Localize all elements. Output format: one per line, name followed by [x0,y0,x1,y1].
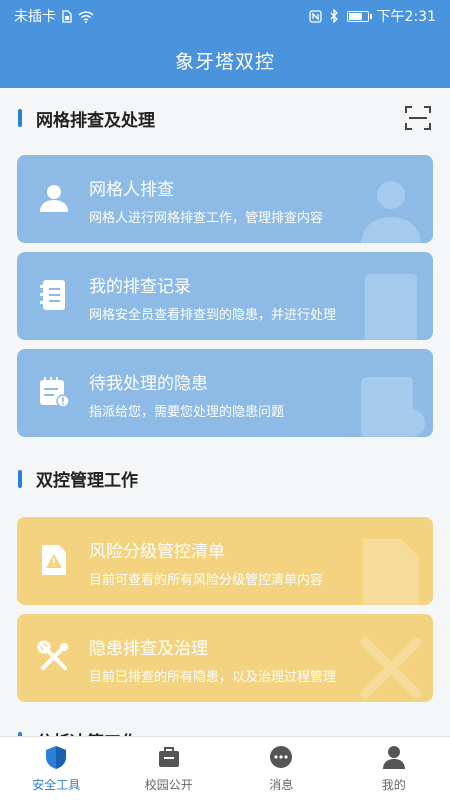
tab-safety-tools[interactable]: 安全工具 [0,737,113,800]
card-description: 网格人进行网格排查工作，管理排查内容 [89,211,324,226]
card-title: 网格人排查 [89,180,174,200]
section-accent-bar [18,469,22,488]
page-title: 象牙塔双控 [174,50,275,73]
wifi-icon [78,10,94,23]
tab-label: 校园公开 [144,778,193,792]
card-title: 待我处理的隐患 [89,374,208,394]
carrier-text: 未插卡 [14,9,56,25]
person-icon [382,746,405,769]
card-description: 指派给您，需要您处理的隐患问题 [89,405,285,420]
clock-time: 下午2:31 [376,9,436,25]
warning-doc-watermark-icon [363,539,419,605]
bottom-tab-bar: 安全工具 校园公开 消息 我的 [0,736,450,800]
section-title: 网格排查及处理 [36,110,155,131]
user-icon [40,185,68,212]
section-header-grid-check: 网格排查及处理 [18,104,432,132]
message-icon [270,746,293,768]
card-my-check-records[interactable]: 我的排查记录 网格安全员查看排查到的隐患，并进行处理 [17,252,433,340]
card-title: 风险分级管控清单 [89,542,225,562]
notebook-icon [40,280,65,310]
section-header-analysis: 分析决策工作 [18,728,432,736]
tab-campus-public[interactable]: 校园公开 [113,737,226,800]
card-description: 目前可查看的所有风险分级管控清单内容 [89,573,324,588]
tools-icon [37,640,68,670]
tab-label: 消息 [269,778,294,792]
briefcase-icon [158,747,179,767]
card-description: 网格安全员查看排查到的隐患，并进行处理 [89,308,337,323]
calendar-watermark-icon [361,377,425,437]
card-title: 我的排查记录 [89,277,191,297]
user-watermark-icon [361,181,421,243]
section-header-dual-control: 双控管理工作 [18,466,432,491]
warning-doc-icon [42,545,66,575]
card-hazard-check-governance[interactable]: 隐患排查及治理 目前已排查的所有隐患，以及治理过程管理 [17,614,433,702]
shield-icon [46,746,67,769]
card-description: 目前已排查的所有隐患，以及治理过程管理 [89,670,337,685]
tab-label: 安全工具 [32,778,81,792]
notebook-watermark-icon [365,274,417,340]
tab-mine[interactable]: 我的 [338,737,450,800]
section-title: 分析决策工作 [36,728,138,736]
section-accent-bar [18,109,22,127]
nfc-icon [308,9,322,23]
card-title: 隐患排查及治理 [89,639,208,659]
tab-messages[interactable]: 消息 [225,737,338,800]
main-content[interactable]: 网格排查及处理 网格人排查 网格人进行网格排查工作，管理排查内容 我的排查记录 [0,88,450,736]
card-risk-control-list[interactable]: 风险分级管控清单 目前可查看的所有风险分级管控清单内容 [17,517,433,605]
app-header: 象牙塔双控 [0,32,450,88]
card-grid-person-check[interactable]: 网格人排查 网格人进行网格排查工作，管理排查内容 [17,155,433,243]
scan-icon[interactable] [404,104,432,132]
sim-icon [62,9,72,23]
bluetooth-icon [330,9,338,23]
card-pending-hazards[interactable]: 待我处理的隐患 指派给您，需要您处理的隐患问题 [17,349,433,437]
battery-icon [346,10,372,22]
section-title: 双控管理工作 [36,471,138,491]
tools-watermark-icon [360,637,422,699]
tab-label: 我的 [381,778,406,792]
calendar-alert-icon [40,377,70,408]
status-bar: 未插卡 下午2:31 [0,0,450,32]
